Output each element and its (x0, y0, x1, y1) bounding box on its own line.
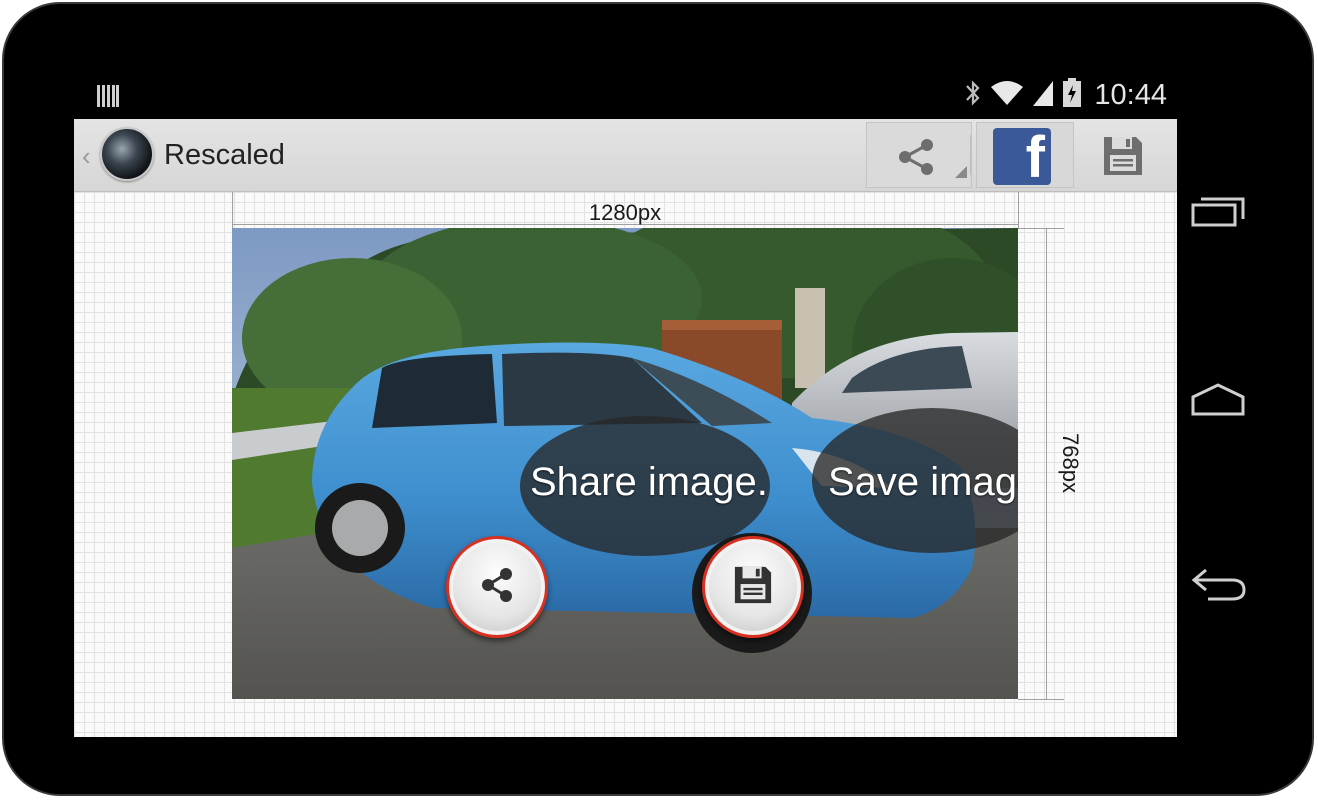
back-icon (1188, 566, 1248, 607)
share-icon (477, 565, 517, 610)
clock: 10:44 (1094, 78, 1167, 111)
width-label: 1280px (588, 200, 662, 225)
canvas-area: 1280px Share image. Save imag 768px (74, 192, 1177, 737)
dimension-tick (1018, 228, 1064, 229)
up-caret-icon[interactable]: ‹ (82, 141, 91, 172)
photo-preview[interactable]: Share image. Save image. (232, 228, 1018, 699)
dimension-tick (1018, 192, 1019, 228)
recent-apps-button[interactable] (1178, 184, 1258, 244)
page-title: Rescaled (164, 139, 285, 171)
action-bar: ‹ Rescaled f (74, 119, 1177, 192)
share-icon (895, 137, 937, 182)
share-hint-label: Share image. (530, 460, 768, 504)
save-hint-label: Save image. (828, 460, 1018, 504)
height-dimension-line (1046, 228, 1047, 700)
save-icon (733, 565, 773, 610)
home-icon (1190, 382, 1246, 422)
recent-apps-icon (1190, 195, 1246, 234)
dropdown-corner-icon (955, 165, 967, 183)
facebook-icon: f (993, 128, 1051, 185)
dimension-tick (1018, 699, 1064, 700)
share-image-button[interactable] (446, 536, 548, 638)
status-icons: 10:44 (964, 77, 1167, 113)
home-button[interactable] (1178, 372, 1258, 432)
save-image-button[interactable] (702, 536, 804, 638)
status-bar: 10:44 (74, 69, 1177, 119)
save-icon[interactable] (1102, 135, 1144, 182)
signal-icon (1032, 79, 1054, 112)
height-label: 768px (1058, 433, 1083, 493)
notification-icon (96, 83, 120, 114)
bluetooth-icon (964, 78, 982, 113)
action-divider (970, 135, 971, 175)
wifi-icon (990, 79, 1024, 112)
screen: 10:44 ‹ Rescaled f 1280px Share image. S… (74, 69, 1177, 737)
battery-icon (1062, 77, 1082, 113)
tablet-frame: 10:44 ‹ Rescaled f 1280px Share image. S… (2, 2, 1314, 796)
app-icon[interactable] (100, 127, 154, 181)
facebook-button[interactable]: f (976, 122, 1074, 188)
share-button[interactable] (866, 122, 972, 188)
back-button[interactable] (1178, 556, 1258, 616)
